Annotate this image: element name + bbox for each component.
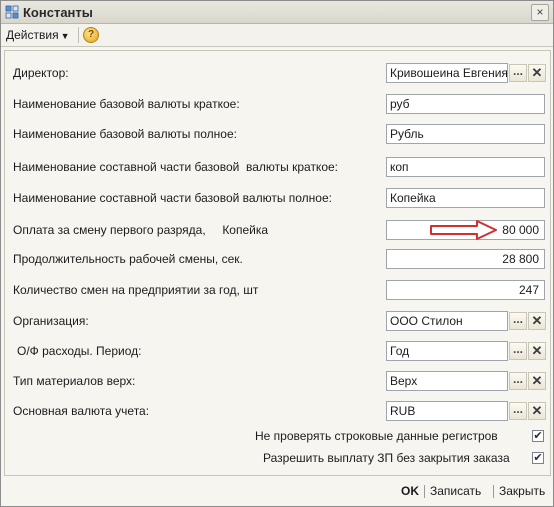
actions-menu-label: Действия [6, 28, 59, 42]
organization-label: Организация: [13, 314, 89, 328]
check-icon: ✔ [533, 430, 543, 442]
allow-payout-checkbox[interactable]: ✔ [532, 452, 544, 464]
organization-select-button[interactable]: ... [509, 312, 527, 330]
annotation-arrow-icon [430, 220, 497, 240]
window-close-button[interactable]: × [531, 4, 549, 21]
shift-pay-rate-label: Оплата за смену первого разряда, Копейка [13, 223, 269, 237]
title-bar: Константы × [1, 1, 553, 24]
director-field[interactable]: Кривошеина Евгения [386, 63, 508, 83]
chevron-down-icon: ▼ [60, 31, 70, 41]
currency-full-name-label: Наименование базовой валюты полное: [13, 127, 237, 141]
main-currency-select-button[interactable]: ... [509, 402, 527, 420]
director-select-button[interactable]: ... [509, 64, 527, 82]
shifts-per-year-label: Количество смен на предприятии за год, ш… [13, 283, 259, 297]
ok-button[interactable]: OK [401, 484, 419, 498]
skip-string-check-checkbox[interactable]: ✔ [532, 430, 544, 442]
shift-duration-label: Продолжительность рабочей смены, сек. [13, 252, 243, 266]
currency-full-name-field[interactable]: Рубль [386, 124, 545, 144]
director-clear-button[interactable]: ✕ [528, 64, 546, 82]
skip-string-check-label: Не проверять строковые данные регистров [255, 429, 498, 443]
overhead-period-select-button[interactable]: ... [509, 342, 527, 360]
footer-separator [493, 485, 494, 498]
shifts-per-year-field[interactable]: 247 [386, 280, 545, 300]
director-label: Директор: [13, 66, 69, 80]
constants-icon [5, 5, 19, 19]
main-currency-label: Основная валюта учета: [13, 404, 150, 418]
footer-bar: OK Записать Закрыть [1, 477, 553, 505]
subunit-short-name-label: Наименование составной части базовой вал… [13, 160, 339, 174]
overhead-period-label: О/Ф расходы. Период: [17, 344, 142, 358]
organization-field[interactable]: ООО Стилон [386, 311, 508, 331]
constants-window: Константы × Действия ▼ ? Директор: Кривош… [0, 0, 554, 507]
footer-separator [424, 485, 425, 498]
material-type-select-button[interactable]: ... [509, 372, 527, 390]
window-title: Константы [23, 5, 93, 20]
close-button[interactable]: Закрыть [499, 484, 545, 498]
main-currency-clear-button[interactable]: ✕ [528, 402, 546, 420]
currency-short-name-field[interactable]: руб [386, 94, 545, 114]
check-icon: ✔ [533, 452, 543, 464]
material-type-clear-button[interactable]: ✕ [528, 372, 546, 390]
subunit-full-name-label: Наименование составной части базовой вал… [13, 191, 332, 205]
toolbar-separator [78, 27, 79, 43]
material-type-label: Тип материалов верх: [13, 374, 136, 388]
material-type-field[interactable]: Верх [386, 371, 508, 391]
subunit-full-name-field[interactable]: Копейка [386, 188, 545, 208]
subunit-short-name-field[interactable]: коп [386, 157, 545, 177]
currency-short-name-label: Наименование базовой валюты краткое: [13, 97, 240, 111]
actions-menu[interactable]: Действия ▼ [6, 28, 70, 42]
organization-clear-button[interactable]: ✕ [528, 312, 546, 330]
allow-payout-label: Разрешить выплату ЗП без закрытия заказа [263, 451, 510, 465]
main-currency-field[interactable]: RUB [386, 401, 508, 421]
overhead-period-clear-button[interactable]: ✕ [528, 342, 546, 360]
close-icon: × [536, 5, 544, 19]
shift-duration-field[interactable]: 28 800 [386, 249, 545, 269]
toolbar: Действия ▼ ? [1, 24, 553, 47]
save-button[interactable]: Записать [430, 484, 481, 498]
help-icon[interactable]: ? [83, 27, 99, 43]
overhead-period-field[interactable]: Год [386, 341, 508, 361]
